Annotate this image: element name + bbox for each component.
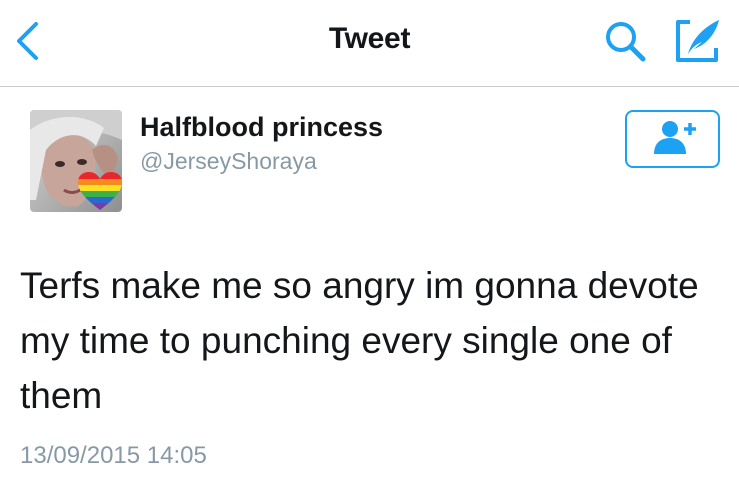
search-icon (606, 22, 646, 62)
add-user-icon (654, 121, 696, 154)
display-name[interactable]: Halfblood princess (140, 112, 383, 143)
search-button[interactable] (602, 18, 648, 64)
rainbow-heart-icon (78, 172, 122, 210)
screen-name[interactable]: @JerseyShoraya (140, 148, 317, 175)
tweet-timestamp: 13/09/2015 14:05 (20, 442, 207, 469)
follow-button[interactable] (625, 110, 720, 168)
avatar[interactable] (30, 110, 122, 212)
tweet-text: Terfs make me so angry im gonna devote m… (20, 265, 699, 416)
navigation-bar: Tweet (0, 0, 739, 87)
compose-icon (676, 20, 719, 62)
compose-button[interactable] (672, 16, 724, 66)
